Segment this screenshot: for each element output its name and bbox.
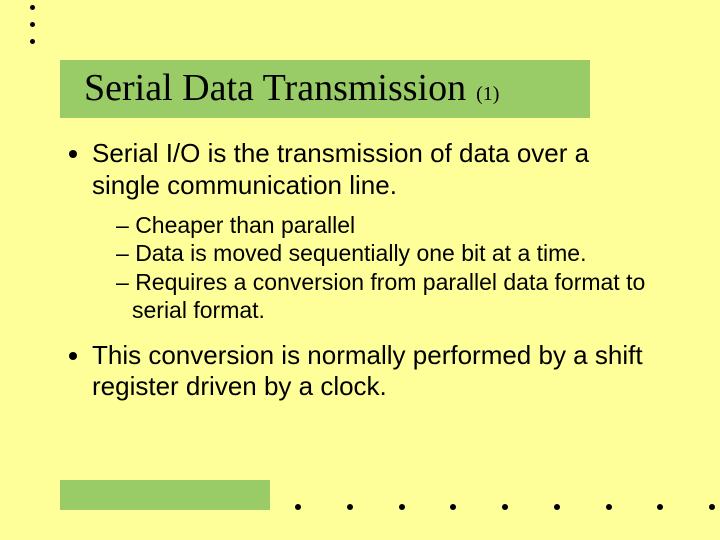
sub-bullet-text: Requires a conversion from parallel data… [132,269,645,323]
list-item: Serial I/O is the transmission of data o… [92,138,660,324]
sub-bullet-list: Cheaper than parallel Data is moved sequ… [92,211,660,323]
slide-body: Serial I/O is the transmission of data o… [60,138,660,419]
dot-icon [554,504,560,510]
dot-icon [606,504,612,510]
dot-icon [709,504,715,510]
dot-icon [30,22,35,27]
dot-icon [657,504,663,510]
sub-bullet-text: Data is moved sequentially one bit at a … [135,240,586,266]
list-item: Requires a conversion from parallel data… [116,268,660,324]
sub-bullet-text: Cheaper than parallel [135,212,355,238]
dot-icon [450,504,456,510]
bullet-text: Serial I/O is the transmission of data o… [92,138,589,200]
dot-icon [502,504,508,510]
list-item: Cheaper than parallel [116,211,660,239]
dot-icon [30,39,35,44]
dot-icon [347,504,353,510]
bullet-list: Serial I/O is the transmission of data o… [60,138,660,403]
dot-icon [30,5,35,10]
list-item: This conversion is normally performed by… [92,340,660,403]
slide-title-bar: Serial Data Transmission (1) [60,60,590,118]
slide-title: Serial Data Transmission [84,66,466,110]
dot-icon [399,504,405,510]
bullet-text: This conversion is normally performed by… [92,340,643,402]
dot-icon [295,504,301,510]
list-item: Data is moved sequentially one bit at a … [116,239,660,267]
slide-title-number: (1) [476,83,499,106]
horizontal-dots-decoration [295,504,715,510]
footer-accent-bar [60,480,270,510]
vertical-dots-decoration [30,5,35,44]
